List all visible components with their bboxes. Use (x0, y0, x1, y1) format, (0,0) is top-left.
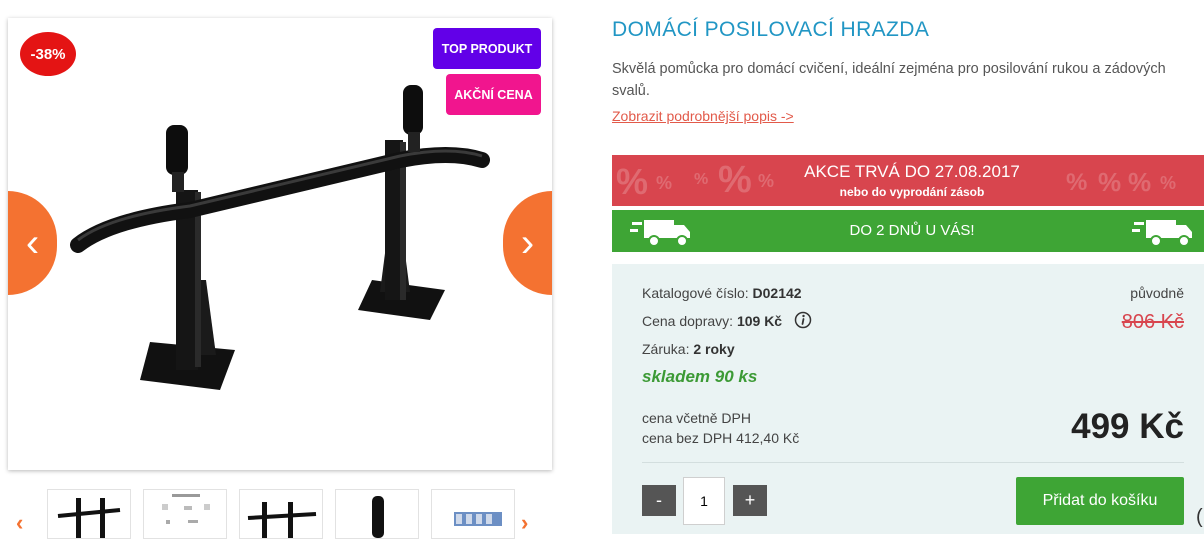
top-product-badge: TOP PRODUKT (433, 28, 541, 69)
shipping-label: Cena dopravy: (642, 313, 734, 329)
delivery-text: DO 2 DNŮ U VÁS! (849, 222, 975, 239)
quantity-decrease-button[interactable]: - (642, 485, 676, 516)
vat-excluded-label: cena bez DPH 412,40 Kč (642, 430, 800, 446)
product-description: Skvělá pomůcka pro domácí cvičení, ideál… (612, 61, 1166, 99)
delivery-banner: DO 2 DNŮ U VÁS! (612, 210, 1204, 252)
vat-included-label: cena včetně DPH (642, 410, 751, 426)
partial-icon: ( (1196, 506, 1203, 528)
chevron-left-icon: ‹ (25, 221, 40, 265)
shipping-cost: Cena dopravy: 109 Kč (642, 313, 782, 329)
promo-subtitle: nebo do vyprodání zásob (839, 185, 985, 199)
stock-status: skladem 90 ks (642, 367, 758, 386)
discount-badge: -38% (20, 32, 76, 76)
thumbnail-item[interactable] (239, 489, 323, 539)
promo-banner: % % % % % % % % % AKCE TRVÁ DO 27.08.201… (612, 155, 1204, 206)
warranty-value: 2 roky (693, 341, 735, 357)
thumbnail-item[interactable] (431, 489, 515, 539)
thumbnail-item[interactable] (335, 489, 419, 539)
truck-icon (1132, 220, 1192, 247)
promo-title: AKCE TRVÁ DO 27.08.2017 (804, 162, 1020, 181)
chevron-right-icon: › (520, 221, 535, 265)
divider (642, 462, 1184, 463)
catalog-value: D02142 (752, 285, 802, 301)
product-title: DOMÁCÍ POSILOVACÍ HRAZDA (612, 18, 930, 41)
info-icon[interactable] (794, 311, 812, 329)
warranty-label: Záruka: (642, 341, 690, 357)
warranty: Záruka: 2 roky (642, 341, 735, 357)
thumbnails-prev-button[interactable]: ‹ (16, 510, 23, 536)
quantity-input[interactable] (683, 477, 725, 525)
original-price: 806 Kč (1121, 311, 1184, 333)
sale-price-badge: AKČNÍ CENA (446, 74, 541, 115)
catalog-number: Katalogové číslo: D02142 (642, 285, 802, 301)
add-to-cart-button[interactable]: Přidat do košíku (1016, 477, 1184, 525)
more-description-link[interactable]: Zobrazit podrobnější popis -> (612, 108, 794, 124)
thumbnail-item[interactable] (47, 489, 131, 539)
product-image[interactable] (70, 80, 490, 410)
catalog-label: Katalogové číslo: (642, 285, 749, 301)
thumbnails-next-button[interactable]: › (521, 510, 528, 536)
thumbnail-item[interactable] (143, 489, 227, 539)
shipping-value: 109 Kč (736, 313, 783, 329)
quantity-increase-button[interactable]: + (733, 485, 767, 516)
current-price: 499 Kč (1071, 407, 1184, 446)
original-price-label: původně (1130, 285, 1184, 301)
